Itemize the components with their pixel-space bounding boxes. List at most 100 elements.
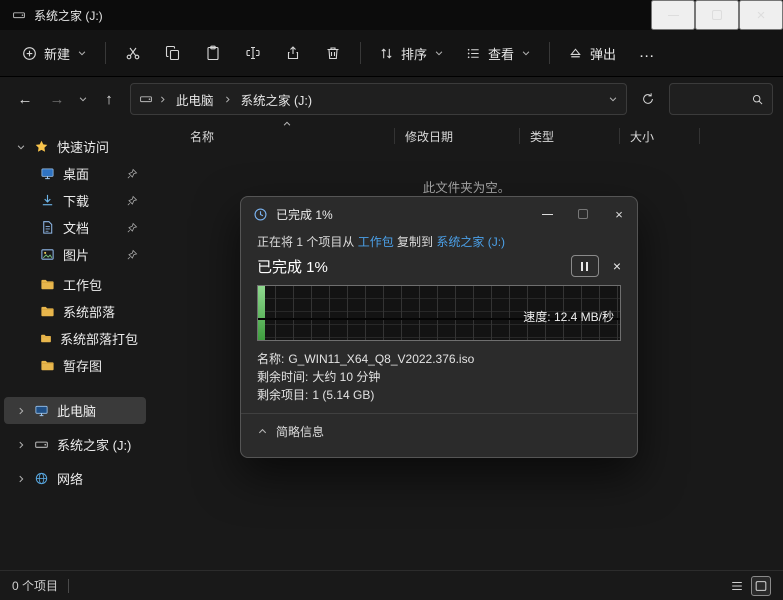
pin-icon xyxy=(126,168,138,180)
delete-button[interactable] xyxy=(314,36,352,70)
share-icon xyxy=(285,45,301,61)
cut-button[interactable] xyxy=(114,36,152,70)
breadcrumb-current-drive[interactable]: 系统之家 (J:) xyxy=(237,88,317,111)
paste-button[interactable] xyxy=(194,36,232,70)
sidebar-item-drive-j[interactable]: 系统之家 (J:) xyxy=(4,431,146,458)
pause-button[interactable] xyxy=(571,255,599,277)
back-button[interactable]: ← xyxy=(10,84,40,114)
toolbar-separator xyxy=(360,42,361,64)
copy-description: 正在将 1 个项目从 工作包 复制到 系统之家 (J:) xyxy=(257,233,621,250)
large-icons-view-button[interactable] xyxy=(751,576,771,596)
dialog-minimize-button[interactable] xyxy=(529,197,565,231)
sidebar-item-label: 工作包 xyxy=(63,275,102,294)
eject-icon xyxy=(568,46,583,61)
destination-drive-link[interactable]: 系统之家 (J:) xyxy=(436,235,505,249)
dialog-close-button[interactable]: × xyxy=(601,197,637,231)
dialog-title: 已完成 1% xyxy=(276,206,333,223)
quick-access-label: 快速访问 xyxy=(57,137,109,156)
paste-icon xyxy=(205,45,221,61)
view-icon xyxy=(466,46,481,61)
chevron-right-icon xyxy=(158,95,167,104)
minimize-icon xyxy=(668,15,679,16)
name-value: G_WIN11_X64_Q8_V2022.376.iso xyxy=(288,352,474,366)
sidebar-item-label: 此电脑 xyxy=(57,401,96,420)
copy-button[interactable] xyxy=(154,36,192,70)
search-icon xyxy=(751,93,764,106)
sidebar-item-pictures[interactable]: 图片 xyxy=(4,241,146,268)
pin-icon xyxy=(126,195,138,207)
source-folder-link[interactable]: 工作包 xyxy=(358,235,394,249)
address-dropdown-icon[interactable] xyxy=(608,94,618,104)
dialog-window-controls: × xyxy=(529,197,637,231)
column-header-size[interactable]: 大小 xyxy=(620,128,700,144)
statusbar-divider xyxy=(68,579,69,593)
new-button[interactable]: 新建 xyxy=(12,36,97,70)
sidebar-item-folder-temp-images[interactable]: 暂存图 xyxy=(4,352,146,379)
eject-label: 弹出 xyxy=(590,44,616,63)
forward-button[interactable]: → xyxy=(42,84,72,114)
breadcrumb-this-pc[interactable]: 此电脑 xyxy=(172,88,218,111)
window-title: 系统之家 (J:) xyxy=(34,7,103,24)
sidebar-item-network[interactable]: 网络 xyxy=(4,465,146,492)
sidebar-item-folder-xitongbuluo-pack[interactable]: 系统部落打包 xyxy=(4,325,146,352)
minimize-button[interactable] xyxy=(651,0,695,30)
column-label: 名称 xyxy=(190,128,214,145)
maximize-icon xyxy=(578,209,588,219)
details-view-button[interactable] xyxy=(727,576,747,596)
sidebar-item-quick-access[interactable]: 快速访问 xyxy=(4,133,146,160)
chevron-right-icon[interactable] xyxy=(16,440,26,450)
status-bar: 0 个项目 xyxy=(0,570,783,600)
time-remaining-value: 大约 10 分钟 xyxy=(312,370,380,384)
sidebar-item-desktop[interactable]: 桌面 xyxy=(4,160,146,187)
maximize-icon xyxy=(712,10,722,20)
up-button[interactable]: ↑ xyxy=(94,84,124,114)
details-view-icon xyxy=(730,579,744,593)
delete-icon xyxy=(325,45,341,61)
close-button[interactable]: × xyxy=(739,0,783,30)
copy-icon xyxy=(165,45,181,61)
history-dropdown-button[interactable] xyxy=(74,84,92,114)
search-input[interactable] xyxy=(678,92,751,106)
sidebar-item-folder-workpack[interactable]: 工作包 xyxy=(4,271,146,298)
chevron-right-icon[interactable] xyxy=(16,474,26,484)
sidebar-item-documents[interactable]: 文档 xyxy=(4,214,146,241)
column-header-date-modified[interactable]: 修改日期 xyxy=(395,128,520,144)
rename-icon xyxy=(245,45,261,61)
titlebar: 系统之家 (J:) × xyxy=(0,0,783,30)
fewer-details-toggle[interactable]: 简略信息 xyxy=(257,414,621,448)
sidebar-item-this-pc[interactable]: 此电脑 xyxy=(4,397,146,424)
address-bar[interactable]: 此电脑 系统之家 (J:) xyxy=(130,83,627,115)
name-label: 名称: xyxy=(257,352,284,366)
copy-progress-dialog: 已完成 1% × 正在将 1 个项目从 工作包 复制到 系统之家 (J:) 已完… xyxy=(240,196,638,458)
sidebar-item-label: 系统部落 xyxy=(63,302,115,321)
maximize-button[interactable] xyxy=(695,0,739,30)
rename-button[interactable] xyxy=(234,36,272,70)
sort-label: 排序 xyxy=(401,44,427,63)
more-options-button[interactable]: … xyxy=(628,36,666,70)
dialog-titlebar: 已完成 1% × xyxy=(241,197,637,231)
chevron-right-icon xyxy=(223,95,232,104)
pause-icon xyxy=(586,262,588,271)
view-button[interactable]: 查看 xyxy=(456,36,541,70)
navigation-bar: ← → ↑ 此电脑 系统之家 (J:) xyxy=(0,77,783,121)
network-icon xyxy=(34,471,49,486)
sidebar-item-downloads[interactable]: 下载 xyxy=(4,187,146,214)
column-header-type[interactable]: 类型 xyxy=(520,128,620,144)
cancel-copy-button[interactable]: × xyxy=(613,258,621,274)
pin-icon xyxy=(126,222,138,234)
sort-button[interactable]: 排序 xyxy=(369,36,454,70)
minimize-icon xyxy=(542,214,553,215)
refresh-button[interactable] xyxy=(633,84,663,114)
share-button[interactable] xyxy=(274,36,312,70)
sidebar-item-folder-xitongbuluo[interactable]: 系统部落 xyxy=(4,298,146,325)
view-toggles xyxy=(727,576,771,596)
desktop-icon xyxy=(40,166,55,181)
chevron-down-icon[interactable] xyxy=(16,142,26,152)
refresh-icon xyxy=(641,92,655,106)
dialog-maximize-button[interactable] xyxy=(565,197,601,231)
column-header-name[interactable]: 名称 xyxy=(150,128,395,144)
folder-icon xyxy=(40,358,55,373)
chevron-right-icon[interactable] xyxy=(16,406,26,416)
sidebar-item-label: 暂存图 xyxy=(63,356,102,375)
eject-button[interactable]: 弹出 xyxy=(558,36,626,70)
